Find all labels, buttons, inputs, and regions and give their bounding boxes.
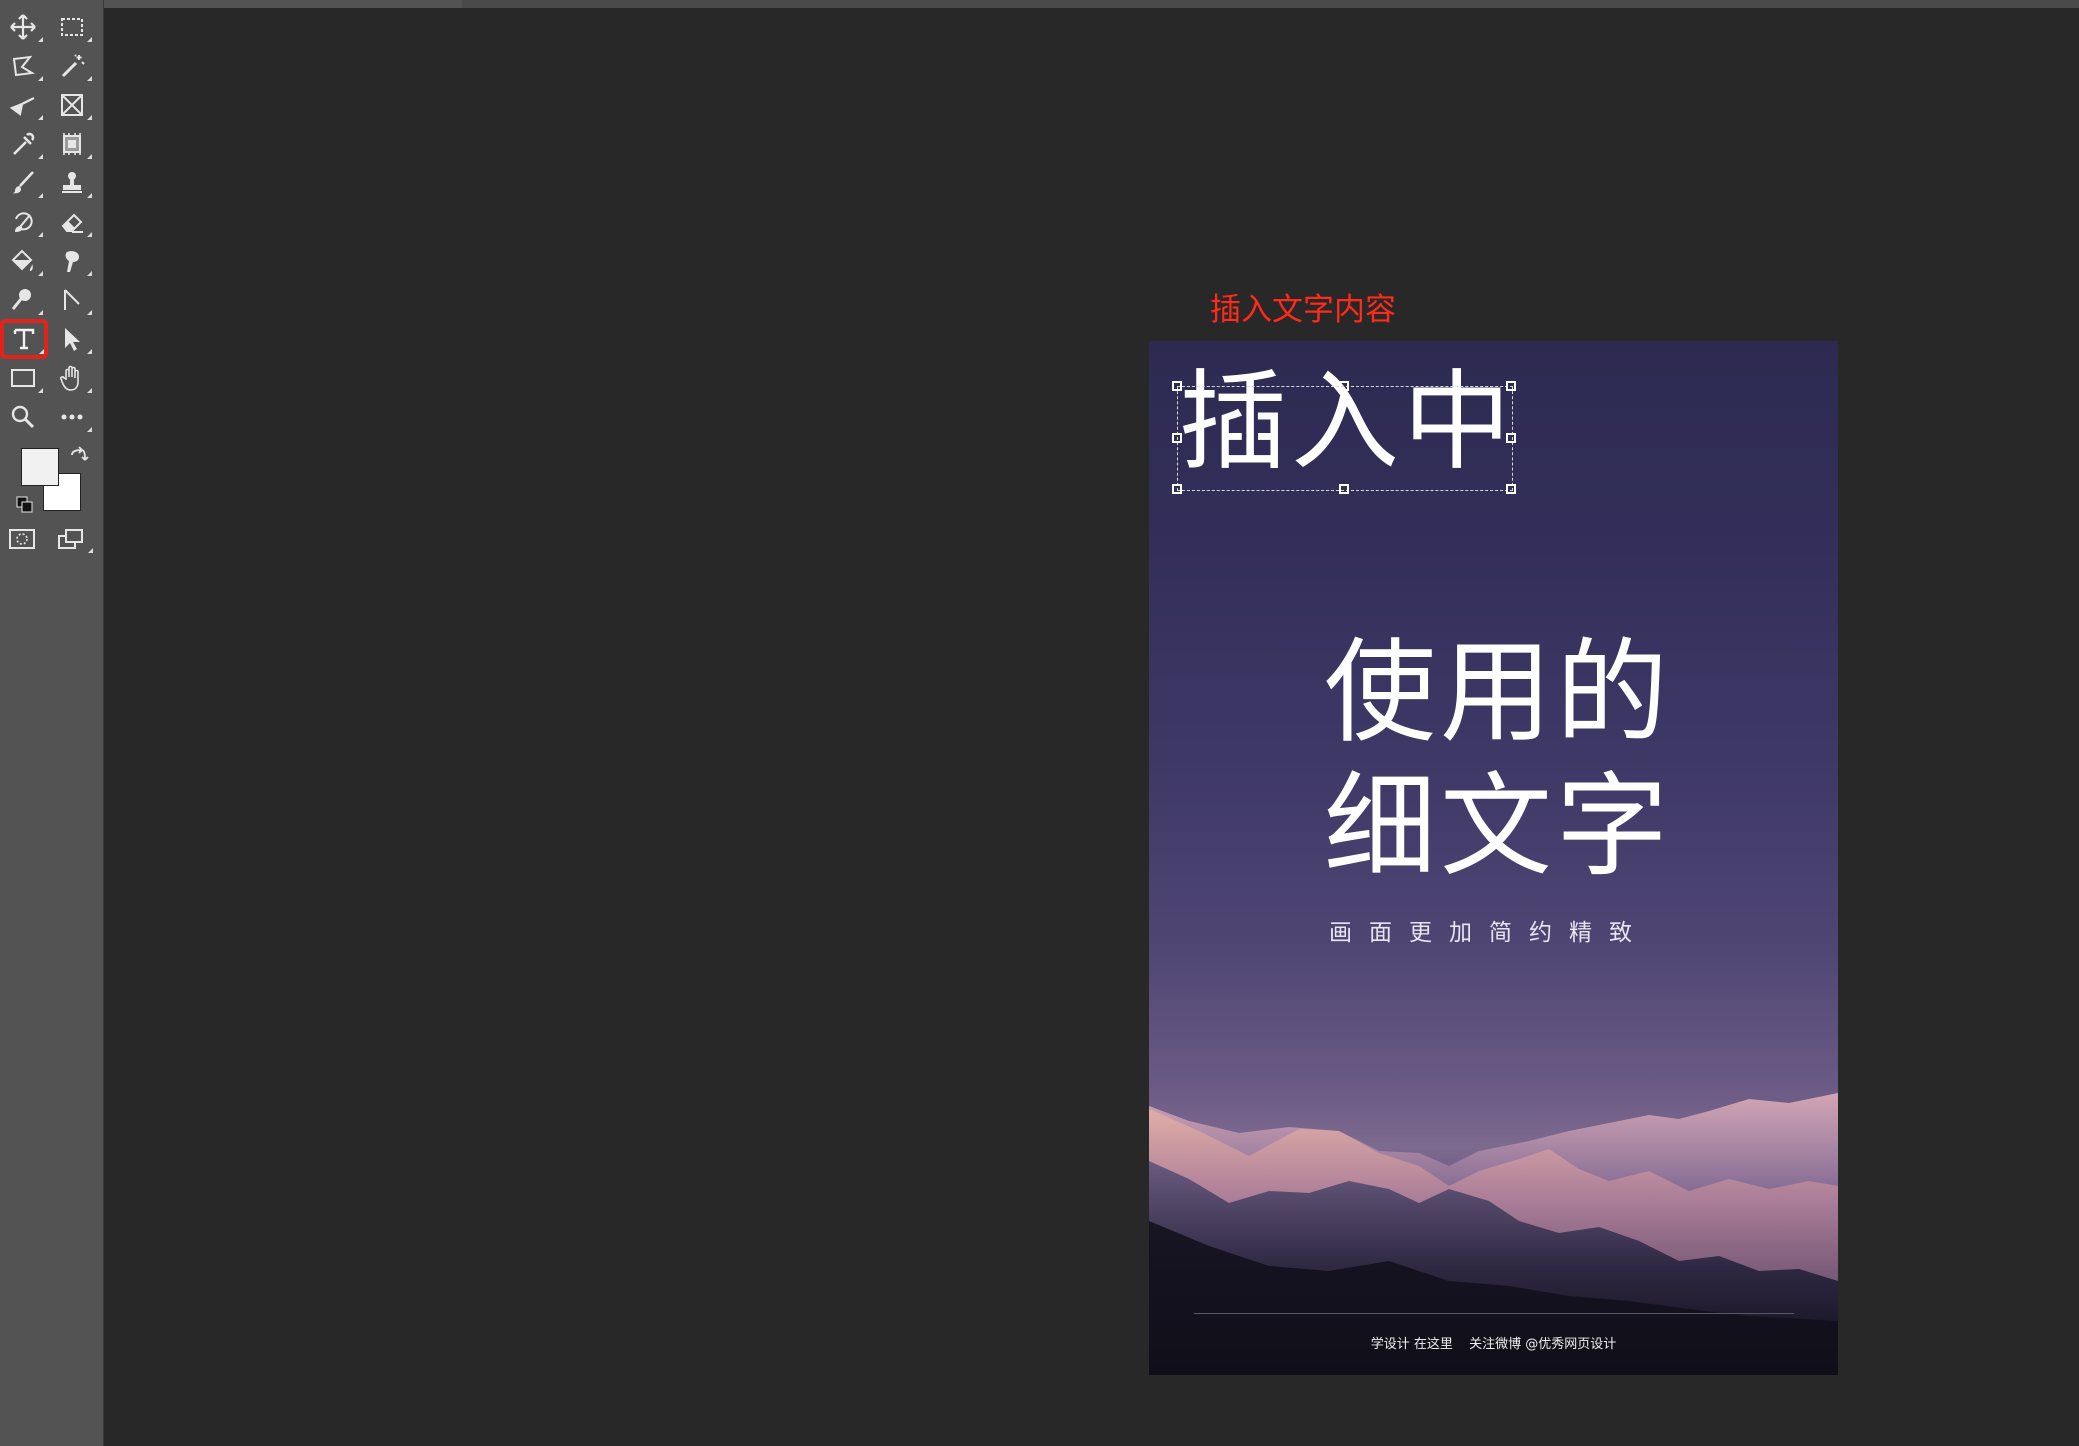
magic-wand-tool-button[interactable] [50,48,94,84]
paint-bucket-tool-button[interactable] [1,243,45,279]
lasso-icon [12,55,35,77]
path-selection-icon [65,328,80,351]
smudge-tool-button[interactable] [50,243,94,279]
clone-stamp-icon [62,172,82,193]
transform-handle-bottom-center[interactable] [1339,484,1349,494]
hand-tool-button[interactable] [50,360,94,396]
magic-wand-icon [61,54,85,78]
transform-handle-middle-left[interactable] [1172,433,1182,443]
default-colors-button[interactable] [16,496,34,514]
eraser-tool-button[interactable] [50,204,94,240]
poster-footer: 学设计 在这里 关注微博 @优秀网页设计 [1149,1333,1838,1352]
brush-tool-button[interactable] [1,165,45,201]
poster-title-line-2: 细文字 [1324,762,1672,892]
tools-panel [0,0,104,1446]
document-canvas[interactable]: 插入中 使用的 细文字 画面更加简约精致 学设计 在这里 关注微博 @优秀网页设… [1149,341,1838,1375]
pen-icon [64,289,80,310]
document-tab[interactable] [104,0,462,8]
transform-handle-middle-right[interactable] [1506,433,1516,443]
history-brush-icon [14,212,33,233]
transform-handle-bottom-left[interactable] [1172,484,1182,494]
poster-title-line-1: 使用的 [1324,628,1672,758]
crop-icon [9,97,35,116]
transform-handle-bottom-right[interactable] [1506,484,1516,494]
transform-handle-top-left[interactable] [1172,381,1182,391]
healing-tool-button[interactable] [50,126,94,162]
poster-title: 使用的 细文字 [1324,626,1724,894]
foreground-color-swatch[interactable] [21,448,59,486]
screen-mode-button[interactable] [53,524,93,554]
transform-handle-top-center[interactable] [1339,381,1349,391]
zoom-icon [11,405,35,429]
quick-mask-button[interactable] [4,524,40,554]
default-colors-icon [16,496,33,513]
clone-stamp-tool-button[interactable] [50,165,94,201]
path-selection-tool-button[interactable] [50,321,94,357]
pen-tool-button[interactable] [50,282,94,318]
frame-tool-button[interactable] [50,87,94,123]
rectangle-shape-icon [11,369,35,387]
more-tools-icon [61,414,83,420]
type-tool-button[interactable] [0,319,48,359]
screen-mode-icon [58,529,83,549]
eyedropper-tool-button[interactable] [1,126,45,162]
move-icon [10,14,36,40]
rectangular-marquee-icon [61,18,83,36]
annotation-label: 插入文字内容 [1210,292,1396,328]
poster-divider [1194,1313,1794,1314]
quick-mask-icon [9,529,35,549]
paint-bucket-icon [11,249,33,271]
rectangle-tool-button[interactable] [1,360,45,396]
eyedropper-icon [13,132,35,155]
dodge-tool-button[interactable] [1,282,45,318]
transform-handle-top-right[interactable] [1506,381,1516,391]
eraser-icon [61,213,83,233]
type-icon [13,328,35,350]
lasso-tool-button[interactable] [1,48,45,84]
marquee-tool-button[interactable] [50,9,94,45]
smudge-icon [65,251,79,272]
document-tab-bar [104,0,2079,8]
poster-footer-left: 学设计 在这里 [1370,1337,1453,1352]
dodge-icon [11,289,31,310]
swap-arrow-icon [71,446,89,461]
poster-subtitle: 画面更加简约精致 [1329,920,1649,946]
photoshop-workspace: 插入文字内容 插入中 使用的 细文字 画面更加简约精致 学设计 在这里 关注微博… [0,0,2079,1446]
poster-footer-right: 关注微博 @优秀网页设计 [1469,1337,1617,1352]
healing-patch-icon [63,133,81,155]
zoom-tool-button[interactable] [1,399,45,435]
brush-icon [12,171,34,194]
hand-icon [60,365,79,391]
frame-icon [61,94,83,116]
move-tool-button[interactable] [1,9,45,45]
text-bounding-box[interactable] [1177,386,1513,491]
swap-colors-button[interactable] [67,446,89,468]
more-tools-button[interactable] [50,399,94,435]
history-brush-tool-button[interactable] [1,204,45,240]
crop-tool-button[interactable] [1,87,45,123]
